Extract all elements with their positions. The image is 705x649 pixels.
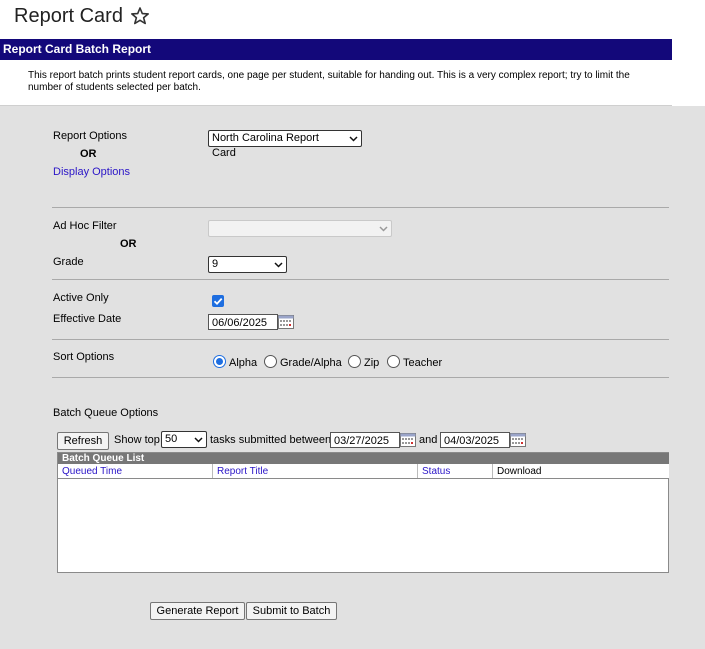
section-divider — [52, 377, 669, 378]
ad-hoc-filter-label: Ad Hoc Filter — [53, 220, 117, 232]
grade-label: Grade — [53, 256, 84, 268]
active-only-checkbox[interactable] — [212, 295, 224, 307]
sort-teacher-label: Teacher — [403, 357, 443, 369]
queue-start-date-input[interactable]: 03/27/2025 — [330, 432, 400, 448]
effective-date-input[interactable]: 06/06/2025 — [208, 314, 278, 330]
sort-zip-label: Zip — [364, 357, 380, 369]
show-top-label: Show top — [114, 434, 160, 446]
sort-grade-alpha-radio[interactable] — [264, 355, 277, 368]
page-title: Report Card — [14, 5, 123, 27]
section-divider — [52, 279, 669, 280]
or-separator: OR — [80, 148, 97, 160]
sort-teacher-radio[interactable] — [387, 355, 400, 368]
active-only-label: Active Only — [53, 292, 109, 304]
batch-queue-header-row — [58, 464, 669, 479]
column-header-download: Download — [497, 466, 542, 477]
report-options-select[interactable]: North Carolina Report Card — [208, 130, 362, 159]
calendar-icon[interactable] — [400, 433, 416, 447]
sort-grade-alpha-label: Grade/Alpha — [280, 357, 342, 369]
effective-date-label: Effective Date — [53, 313, 122, 325]
ad-hoc-filter-select[interactable] — [208, 220, 392, 237]
queue-end-date-input[interactable]: 04/03/2025 — [440, 432, 510, 448]
report-heading: Report Card Batch Report — [3, 42, 152, 56]
grade-select[interactable]: 9 — [208, 256, 287, 273]
or-separator: OR — [120, 238, 137, 250]
report-options-label: Report Options — [53, 130, 127, 142]
sort-alpha-radio[interactable] — [213, 355, 226, 368]
show-top-selected: 50 — [165, 433, 178, 445]
sort-zip-radio[interactable] — [348, 355, 361, 368]
column-header-queued-time[interactable]: Queued Time — [62, 465, 122, 478]
calendar-icon[interactable] — [510, 433, 526, 447]
submit-to-batch-button[interactable]: Submit to Batch — [246, 602, 337, 620]
show-top-select[interactable]: 50 — [161, 431, 207, 448]
column-separator — [212, 464, 213, 478]
favorite-star-icon[interactable] — [130, 6, 150, 26]
grade-selected: 9 — [212, 258, 219, 270]
column-header-status[interactable]: Status — [422, 465, 450, 478]
batch-queue-title-bar — [58, 453, 669, 464]
column-separator — [492, 464, 493, 478]
refresh-button[interactable]: Refresh — [57, 432, 109, 450]
and-label: and — [419, 434, 438, 446]
display-options-link[interactable]: Display Options — [53, 166, 130, 178]
calendar-icon[interactable] — [278, 315, 294, 329]
chevron-down-icon — [194, 437, 203, 443]
chevron-down-icon — [274, 262, 283, 268]
batch-queue-options-label: Batch Queue Options — [53, 407, 159, 419]
generate-report-button[interactable]: Generate Report — [150, 602, 245, 620]
chevron-down-icon — [349, 136, 358, 142]
tasks-between-label: tasks submitted between — [210, 434, 332, 446]
report-description: This report batch prints student report … — [28, 70, 630, 93]
column-separator — [417, 464, 418, 478]
chevron-down-icon — [379, 226, 388, 232]
section-divider — [52, 339, 669, 340]
sort-options-label: Sort Options — [53, 351, 115, 363]
section-divider — [52, 207, 669, 208]
sort-alpha-label: Alpha — [229, 357, 258, 369]
checkmark-icon — [213, 297, 223, 305]
column-header-report-title[interactable]: Report Title — [217, 465, 268, 478]
